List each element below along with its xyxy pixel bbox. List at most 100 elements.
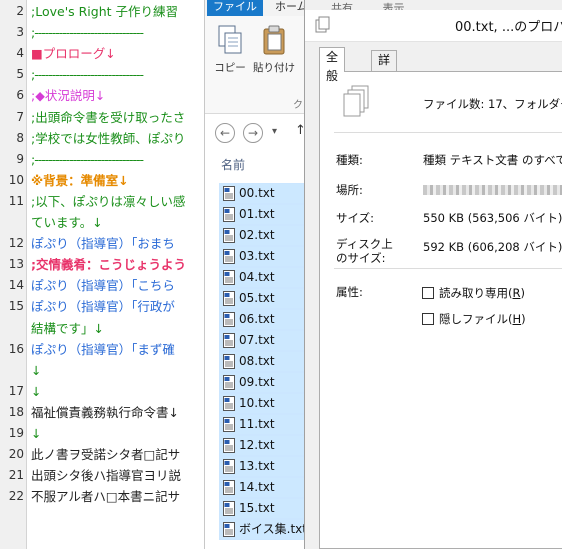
- line-text: ※背景：準備室↓: [31, 172, 129, 188]
- text-file-icon: [223, 480, 235, 495]
- line-text: 結構です」↓: [31, 320, 104, 336]
- tab-details[interactable]: 詳細: [371, 50, 398, 86]
- line-number: 21: [8, 468, 24, 483]
- line-number: 5: [16, 67, 24, 82]
- file-name: 02.txt: [239, 228, 275, 242]
- kind-value: 種類 テキスト文書 のすべて: [423, 153, 562, 167]
- paste-label: 貼り付け: [253, 62, 295, 74]
- multiple-files-icon: [315, 16, 330, 33]
- text-file-icon: [223, 291, 235, 306]
- text-file-icon: [223, 375, 235, 390]
- text-file-icon: [223, 438, 235, 453]
- size-label: サイズ:: [336, 211, 375, 225]
- file-name: 09.txt: [239, 375, 275, 389]
- hidden-label: 隠しファイル(: [439, 312, 513, 326]
- file-name: 06.txt: [239, 312, 275, 326]
- file-name: 15.txt: [239, 501, 275, 515]
- paste-button[interactable]: 貼り付け: [253, 24, 295, 75]
- text-file-icon: [223, 459, 235, 474]
- readonly-checkbox-box[interactable]: [422, 287, 434, 299]
- text-file-icon: [223, 228, 235, 243]
- file-name: 14.txt: [239, 480, 275, 494]
- disk-size-label-line1: ディスク上: [336, 237, 393, 251]
- text-file-icon: [223, 522, 235, 537]
- back-arrow-icon[interactable]: ←: [215, 123, 235, 143]
- disk-size-label-line2: のサイズ:: [336, 251, 386, 265]
- readonly-close-paren: ): [520, 286, 526, 300]
- text-file-icon: [223, 396, 235, 411]
- text-file-icon: [223, 249, 235, 264]
- line-text: 出頭シタ後ハ指導官ヨリ説: [31, 468, 182, 484]
- name-column-header[interactable]: 名前: [221, 156, 245, 173]
- line-text: ぽぷり（指導官）「行政が: [31, 299, 175, 315]
- separator: [334, 132, 562, 133]
- copy-button[interactable]: コピー: [209, 24, 251, 75]
- line-number: 15: [8, 299, 24, 314]
- line-number: 18: [8, 404, 24, 419]
- separator: [334, 268, 562, 269]
- line-text: ;Love's Right 子作り練習: [31, 4, 179, 19]
- hidden-checkbox[interactable]: 隠しファイル(H): [422, 311, 526, 327]
- line-text: ぽぷり（指導官）「まず確: [31, 341, 175, 357]
- file-name: 00.txt: [239, 186, 275, 200]
- line-number: 19: [8, 426, 24, 440]
- tab-home[interactable]: ホーム: [275, 0, 308, 14]
- tab-file[interactable]: ファイル: [207, 0, 263, 16]
- dialog-titlebar: 00.txt, ...のプロパ: [305, 10, 562, 42]
- hidden-checkbox-box[interactable]: [422, 313, 434, 325]
- line-text: ぽぷり（指導官）「おまち: [31, 236, 175, 252]
- readonly-checkbox[interactable]: 読み取り専用(R): [422, 285, 525, 301]
- line-text: ;出頭命令書を受け取ったさ: [31, 109, 186, 125]
- line-text: 此ノ書ヲ受諾シタ者□記サ: [31, 447, 181, 463]
- line-text: ;交情義肴：こうじょうよう: [31, 257, 186, 273]
- ribbon-group-label: ク: [293, 100, 303, 111]
- file-name: 13.txt: [239, 459, 275, 473]
- line-text: ぽぷり（指導官）「こちら: [31, 278, 175, 294]
- copy-icon: [218, 25, 242, 54]
- line-number: 8: [16, 130, 24, 145]
- line-number: 2: [16, 4, 24, 18]
- file-count-text: ファイル数: 17、フォルダー数:: [423, 97, 562, 111]
- line-number: 12: [8, 236, 24, 251]
- line-text: ↓: [31, 426, 42, 441]
- recent-dropdown-icon[interactable]: ▾: [272, 126, 277, 137]
- file-name: 01.txt: [239, 207, 275, 221]
- text-file-icon: [223, 354, 235, 369]
- line-number: 13: [8, 257, 24, 272]
- line-number: 6: [16, 88, 24, 103]
- file-name: 08.txt: [239, 354, 275, 368]
- line-number: 7: [16, 109, 24, 124]
- line-text: ;学校では女性教師、ぽぷり: [31, 130, 186, 146]
- file-name: 05.txt: [239, 291, 275, 305]
- line-number: 4: [16, 46, 24, 61]
- attributes-label: 属性:: [336, 285, 363, 299]
- tab-general[interactable]: 全般: [319, 47, 346, 83]
- disk-size-value: 592 KB (606,208 バイト): [423, 240, 562, 254]
- properties-dialog: 共有 表示 00.txt, ...のプロパ 全般 詳細 ファイル数: 17、フォ…: [304, 0, 562, 549]
- paste-icon: [263, 25, 285, 55]
- dialog-title: 00.txt, ...のプロパ: [455, 20, 562, 35]
- line-number: 11: [8, 193, 24, 208]
- line-number: 3: [16, 25, 24, 40]
- line-number: 22: [8, 489, 24, 504]
- text-editor[interactable]: 2 ;Love's Right 子作り練習 3 ;------------------…: [0, 0, 210, 549]
- line-number: 9: [16, 151, 24, 166]
- location-label: 場所:: [336, 183, 363, 197]
- disk-size-label: ディスク上 のサイズ:: [336, 237, 393, 265]
- line-number: 20: [8, 447, 24, 462]
- text-file-icon: [223, 501, 235, 516]
- file-name: ボイス集.txt: [239, 522, 307, 536]
- line-text: ;以下、ぽぷりは凛々しい感: [31, 193, 186, 209]
- text-file-icon: [223, 312, 235, 327]
- line-number: 10: [8, 172, 24, 187]
- file-name: 03.txt: [239, 249, 275, 263]
- text-file-icon: [223, 417, 235, 432]
- line-text: ;-------------------------------: [31, 25, 144, 41]
- line-text: ↓: [31, 362, 42, 378]
- line-text: ↓: [31, 383, 42, 399]
- line-text: 福祉償責義務執行命令書↓: [31, 404, 179, 420]
- size-value: 550 KB (563,506 バイト): [423, 211, 562, 225]
- forward-arrow-icon[interactable]: →: [243, 123, 263, 143]
- line-text: 不服アル者ハ□本書ニ記サ: [31, 489, 181, 505]
- file-name: 11.txt: [239, 417, 275, 431]
